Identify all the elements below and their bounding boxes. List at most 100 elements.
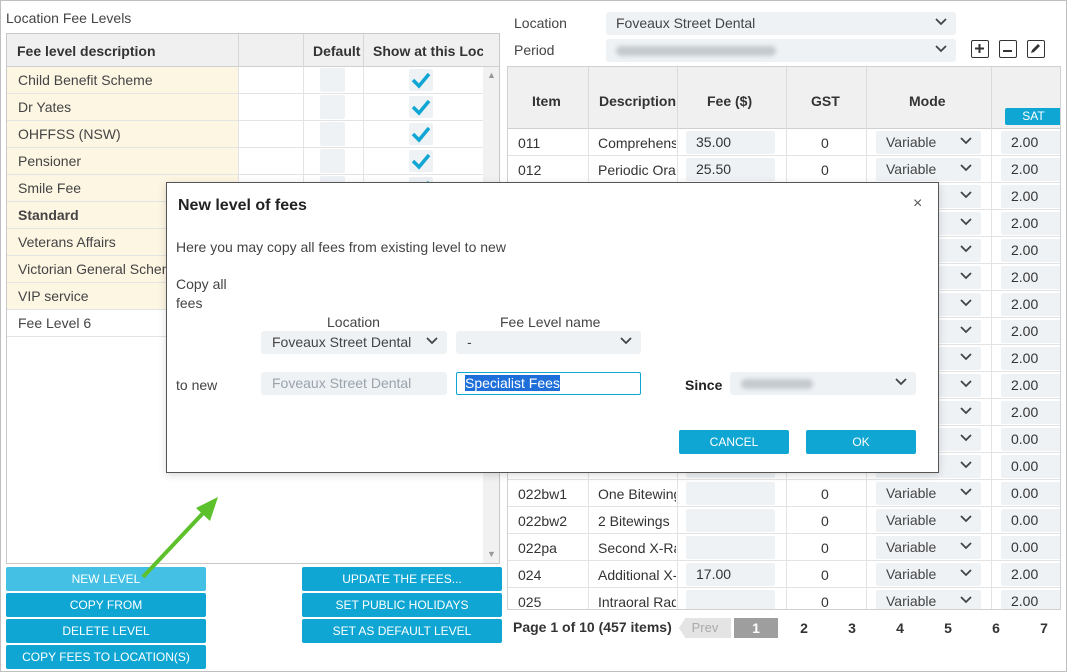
fee-input[interactable] bbox=[686, 509, 775, 532]
fee-level-row[interactable]: Pensioner bbox=[7, 148, 483, 175]
chevron-down-icon bbox=[959, 484, 973, 501]
col-gst[interactable]: GST bbox=[811, 93, 840, 109]
location-select[interactable]: Foveaux Street Dental bbox=[606, 12, 956, 35]
sat-fee-input[interactable]: 2.00 bbox=[1001, 185, 1060, 208]
fee-input[interactable] bbox=[686, 536, 775, 559]
sat-fee-input[interactable]: 2.00 bbox=[1001, 590, 1060, 609]
mode-select[interactable]: Variable bbox=[876, 590, 981, 609]
page-3-button[interactable]: 3 bbox=[842, 618, 862, 638]
sat-fee-input[interactable]: 2.00 bbox=[1001, 158, 1060, 181]
fee-level-row[interactable]: Child Benefit Scheme bbox=[7, 67, 483, 94]
sat-fee-input[interactable]: 2.00 bbox=[1001, 212, 1060, 235]
col-fee[interactable]: Fee ($) bbox=[707, 93, 752, 109]
sat-fee-input[interactable]: 2.00 bbox=[1001, 347, 1060, 370]
page-4-button[interactable]: 4 bbox=[890, 618, 910, 638]
source-fee-level-select[interactable]: - bbox=[456, 331, 641, 354]
sat-fee-input[interactable]: 2.00 bbox=[1001, 401, 1060, 424]
sat-fee-input[interactable]: 2.00 bbox=[1001, 239, 1060, 262]
show-at-location-checkbox[interactable] bbox=[409, 69, 433, 91]
mode-select[interactable]: Variable bbox=[876, 482, 981, 505]
col-sat-badge[interactable]: SAT bbox=[1005, 108, 1060, 125]
item-code: 022bw2 bbox=[518, 513, 568, 529]
show-at-location-checkbox[interactable] bbox=[409, 96, 433, 118]
checkmark-icon bbox=[411, 126, 431, 143]
sat-fee-input[interactable]: 2.00 bbox=[1001, 131, 1060, 154]
period-value-redacted bbox=[616, 46, 776, 57]
fee-level-row[interactable]: Dr Yates bbox=[7, 94, 483, 121]
sat-fee-input[interactable]: 2.00 bbox=[1001, 320, 1060, 343]
sat-fee-input[interactable]: 0.00 bbox=[1001, 509, 1060, 532]
scroll-up-icon[interactable]: ▲ bbox=[487, 70, 496, 80]
page-1-button[interactable]: 1 bbox=[734, 618, 778, 638]
remove-period-icon[interactable] bbox=[999, 40, 1017, 58]
fee-row[interactable]: 011 Comprehensive 35.00 0 Variable 2.00 bbox=[508, 129, 1060, 156]
sat-fee-input[interactable]: 2.00 bbox=[1001, 266, 1060, 289]
col-mode[interactable]: Mode bbox=[909, 93, 946, 109]
since-date-select[interactable] bbox=[730, 372, 916, 395]
page-7-button[interactable]: 7 bbox=[1034, 618, 1054, 638]
fee-level-name: Dr Yates bbox=[7, 94, 238, 120]
default-checkbox[interactable] bbox=[320, 68, 345, 92]
col-item[interactable]: Item bbox=[532, 93, 561, 109]
sat-fee-input[interactable]: 0.00 bbox=[1001, 536, 1060, 559]
show-at-location-checkbox[interactable] bbox=[409, 123, 433, 145]
show-at-location-checkbox[interactable] bbox=[409, 150, 433, 172]
default-checkbox[interactable] bbox=[320, 95, 345, 119]
sat-fee-input[interactable]: 2.00 bbox=[1001, 293, 1060, 316]
source-location-select[interactable]: Foveaux Street Dental bbox=[261, 331, 447, 354]
prev-page-button[interactable]: Prev bbox=[679, 618, 731, 638]
mode-select[interactable]: Variable bbox=[876, 536, 981, 559]
mode-select[interactable]: Variable bbox=[876, 131, 981, 154]
delete-level-button[interactable]: DELETE LEVEL bbox=[6, 619, 206, 643]
col-show-at-location[interactable]: Show at this Location bbox=[373, 43, 483, 59]
default-checkbox[interactable] bbox=[320, 149, 345, 173]
fee-input[interactable] bbox=[686, 482, 775, 505]
fees-grid-header: Item Description Fee ($) GST Mode SAT bbox=[508, 67, 1060, 129]
new-level-button[interactable]: NEW LEVEL bbox=[6, 567, 206, 591]
fee-row[interactable]: 025 Intraoral Radiograph 0 Variable 2.00 bbox=[508, 588, 1060, 609]
ok-button[interactable]: OK bbox=[806, 430, 916, 454]
update-fees-button[interactable]: UPDATE THE FEES... bbox=[302, 567, 502, 591]
mode-select[interactable]: Variable bbox=[876, 158, 981, 181]
fee-input[interactable]: 35.00 bbox=[686, 131, 775, 154]
sat-fee-input[interactable]: 2.00 bbox=[1001, 374, 1060, 397]
page-6-button[interactable]: 6 bbox=[986, 618, 1006, 638]
mode-select[interactable]: Variable bbox=[876, 509, 981, 532]
edit-period-icon[interactable] bbox=[1027, 40, 1045, 58]
close-icon[interactable]: × bbox=[913, 195, 922, 213]
mode-value: Variable bbox=[886, 539, 937, 555]
sat-fee-input[interactable]: 0.00 bbox=[1001, 428, 1060, 451]
new-level-name-input[interactable]: Specialist Fees bbox=[456, 372, 641, 395]
new-level-name-value: Specialist Fees bbox=[465, 375, 560, 391]
sat-fee-input[interactable]: 0.00 bbox=[1001, 482, 1060, 505]
col-default[interactable]: Default bbox=[313, 43, 360, 59]
period-label: Period bbox=[514, 42, 555, 58]
fee-input[interactable]: 17.00 bbox=[686, 563, 775, 586]
fee-row[interactable]: 022bw2 2 Bitewings 0 Variable 0.00 bbox=[508, 507, 1060, 534]
mode-select[interactable]: Variable bbox=[876, 563, 981, 586]
fee-input[interactable] bbox=[686, 590, 775, 609]
col-fee-level-description[interactable]: Fee level description bbox=[17, 43, 156, 59]
fee-row[interactable]: 024 Additional X-Ray 17.00 0 Variable 2.00 bbox=[508, 561, 1060, 588]
sat-fee-input[interactable]: 0.00 bbox=[1001, 455, 1060, 478]
fee-input[interactable]: 25.50 bbox=[686, 158, 775, 181]
copy-from-button[interactable]: COPY FROM bbox=[6, 593, 206, 617]
fee-row[interactable]: 022pa Second X-Ray 0 Variable 0.00 bbox=[508, 534, 1060, 561]
gst-value: 0 bbox=[821, 135, 829, 151]
sat-fee-input[interactable]: 2.00 bbox=[1001, 563, 1060, 586]
mode-value: Variable bbox=[886, 593, 937, 609]
col-description[interactable]: Description bbox=[599, 93, 676, 109]
set-public-holidays-button[interactable]: SET PUBLIC HOLIDAYS bbox=[302, 593, 502, 617]
fee-row[interactable]: 022bw1 One Bitewing 0 Variable 0.00 bbox=[508, 480, 1060, 507]
copy-fees-to-location-button[interactable]: COPY FEES TO LOCATION(S) bbox=[6, 645, 206, 669]
default-checkbox[interactable] bbox=[320, 122, 345, 146]
period-select[interactable] bbox=[606, 39, 956, 62]
page-2-button[interactable]: 2 bbox=[794, 618, 814, 638]
page-5-button[interactable]: 5 bbox=[938, 618, 958, 638]
cancel-button[interactable]: CANCEL bbox=[679, 430, 789, 454]
set-default-level-button[interactable]: SET AS DEFAULT LEVEL bbox=[302, 619, 502, 643]
add-period-icon[interactable] bbox=[971, 40, 989, 58]
fee-level-row[interactable]: OHFFSS (NSW) bbox=[7, 121, 483, 148]
scroll-down-icon[interactable]: ▼ bbox=[487, 549, 496, 559]
fee-row[interactable]: 012 Periodic Oral 25.50 0 Variable 2.00 bbox=[508, 156, 1060, 183]
